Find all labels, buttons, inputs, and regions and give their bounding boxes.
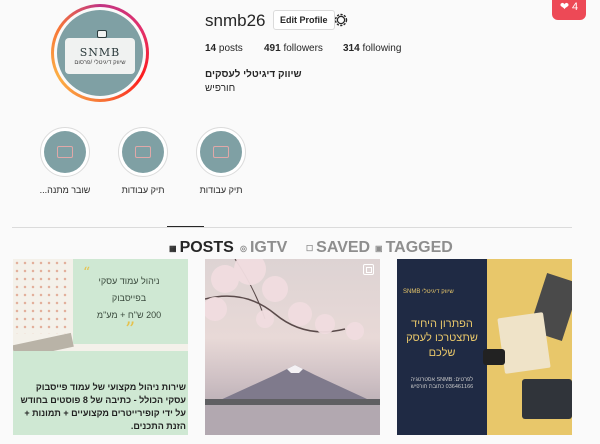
notepad-illustration	[497, 312, 551, 374]
avatar-tagline: שיווק דיגיטלי /פרסום	[74, 60, 126, 66]
post-contact: לפרטים: SNMB אסטרטגיה 036461166 כתובת חו…	[410, 377, 474, 391]
tag-icon: ▣	[375, 243, 383, 253]
gear-icon[interactable]	[333, 12, 349, 28]
followers-count: 491	[264, 43, 281, 54]
tab-tagged[interactable]: ▣ TAGGED	[375, 239, 453, 257]
mountain-illustration	[205, 365, 380, 407]
profile-username: snmb26	[205, 11, 266, 30]
tab-igtv[interactable]: ◎ IGTV	[240, 239, 287, 257]
highlight-cover	[200, 131, 242, 173]
cherry-blossom-branch	[205, 259, 364, 340]
highlight-label: תיק עבודות	[199, 185, 243, 195]
posts-label: posts	[218, 43, 243, 54]
tabs-divider	[12, 227, 572, 228]
bio-name: שיווק דיגיטלי לעסקים	[205, 69, 302, 80]
profile-avatar[interactable]: SNMB שיווק דיגיטלי /פרסום	[51, 4, 149, 102]
tab-label: POSTS	[179, 239, 234, 256]
tab-label: SAVED	[316, 239, 371, 256]
highlight-item[interactable]: שובר מתנה...	[38, 127, 92, 195]
tab-label: TAGGED	[385, 239, 453, 256]
highlight-item[interactable]: תיק עבודות	[116, 127, 170, 195]
highlight-label: תיק עבודות	[121, 185, 165, 195]
notification-count: 4	[572, 1, 579, 13]
bio-line: חורפיש	[205, 83, 236, 94]
post-headline: הפתרון היחיד שתצטרכו לעסק שלכם	[406, 318, 478, 359]
bookmark-icon: ☐	[306, 243, 314, 253]
tab-saved[interactable]: ☐ SAVED	[306, 239, 370, 257]
highlight-label: שובר מתנה...	[39, 185, 91, 195]
active-tab-indicator	[167, 226, 204, 227]
heart-icon: ❤	[559, 0, 570, 13]
post-brand: SNMB שיווק דיגיטלי	[403, 289, 454, 295]
stat-posts: 14 posts	[205, 43, 243, 54]
tab-label: IGTV	[249, 239, 288, 256]
stat-following[interactable]: 314 following	[343, 43, 401, 54]
quote-close-icon: ”	[125, 317, 136, 341]
highlight-ring	[196, 127, 246, 177]
highlight-emblem	[135, 146, 151, 158]
post-decor-dots	[13, 259, 68, 334]
following-count: 314	[343, 43, 360, 54]
avatar-brand: SNMB	[79, 46, 121, 59]
following-label: following	[362, 43, 402, 54]
highlight-item[interactable]: תיק עבודות	[194, 127, 248, 195]
multiple-images-icon	[363, 264, 374, 275]
camera-icon	[97, 30, 107, 38]
post-caption: שירות ניהול מקצועי של עמוד פייסבוק עסקי …	[20, 382, 187, 432]
notification-badge[interactable]: ❤ 4	[552, 0, 586, 20]
avatar-inner: SNMB שיווק דיגיטלי /פרסום	[54, 7, 146, 99]
avatar-logo-plate: SNMB שיווק דיגיטלי /פרסום	[65, 38, 135, 74]
camera-illustration	[483, 349, 505, 365]
followers-label: followers	[283, 43, 323, 54]
post-thumbnail[interactable]: “ ניהול עמוד עסקי בפייסבוק 200 ש"ח + מע"…	[13, 259, 188, 435]
grid-icon: ▦	[169, 243, 177, 253]
posts-count: 14	[205, 43, 217, 54]
post-thumbnail[interactable]	[205, 259, 380, 435]
post-thumbnail[interactable]: SNMB שיווק דיגיטלי הפתרון היחיד שתצטרכו …	[397, 259, 572, 435]
highlight-cover	[122, 131, 164, 173]
avatar-image: SNMB שיווק דיגיטלי /פרסום	[57, 10, 143, 96]
edit-profile-button[interactable]: Edit Profile	[273, 10, 335, 30]
tablet-illustration	[522, 379, 572, 419]
tab-posts[interactable]: ▦ POSTS	[169, 239, 234, 257]
highlight-emblem	[57, 146, 73, 158]
stat-followers[interactable]: 491 followers	[264, 43, 323, 54]
highlight-emblem	[213, 146, 229, 158]
lake-illustration	[205, 405, 380, 435]
igtv-icon: ◎	[240, 243, 247, 253]
highlight-cover	[44, 131, 86, 173]
highlight-ring	[40, 127, 90, 177]
post-headline-line: בפייסבוק	[111, 293, 147, 304]
highlight-ring	[118, 127, 168, 177]
post-headline-line: ניהול עמוד עסקי	[98, 276, 160, 286]
